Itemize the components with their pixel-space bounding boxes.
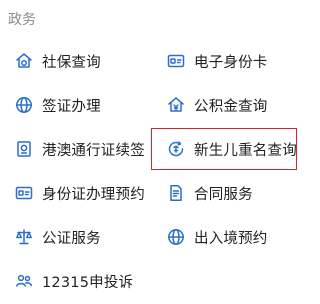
item-label: 电子身份卡 (194, 54, 268, 71)
item-label: 身份证办理预约 (42, 186, 145, 203)
item-label: 签证办理 (42, 98, 101, 115)
service-entry-exit-appointment[interactable]: 出入境预约 (166, 214, 268, 260)
item-label: 新生儿重名查询 (194, 142, 297, 159)
item-label: 社保查询 (42, 54, 101, 71)
service-12315-complaint[interactable]: 12315申投诉 (14, 258, 133, 304)
contract-icon (166, 183, 186, 203)
service-id-card-appointment[interactable]: 身份证办理预约 (14, 170, 145, 216)
item-label: 公证服务 (42, 230, 101, 247)
house-money-icon (166, 95, 186, 115)
passport-icon (14, 139, 34, 159)
id-card-icon (166, 51, 186, 71)
house-shield-icon (14, 51, 34, 71)
item-label: 港澳通行证续签 (42, 142, 145, 159)
service-newborn-name-query[interactable]: 新生儿重名查询 (166, 126, 297, 172)
scales-icon (14, 227, 34, 247)
item-label: 12315申投诉 (42, 274, 134, 291)
service-housing-fund-query[interactable]: 公积金查询 (166, 82, 268, 128)
service-social-security-query[interactable]: 社保查询 (14, 38, 101, 84)
service-electronic-id-card[interactable]: 电子身份卡 (166, 38, 268, 84)
service-contract[interactable]: 合同服务 (166, 170, 253, 216)
service-hk-macau-permit-renewal[interactable]: 港澳通行证续签 (14, 126, 145, 172)
id-card-icon (14, 183, 34, 203)
people-icon (14, 271, 34, 291)
item-label: 公积金查询 (194, 98, 268, 115)
name-search-icon (166, 139, 186, 159)
section-title: 政务 (8, 12, 36, 28)
item-label: 合同服务 (194, 186, 253, 203)
globe-icon (166, 227, 186, 247)
service-notary[interactable]: 公证服务 (14, 214, 101, 260)
item-label: 出入境预约 (194, 230, 268, 247)
globe-icon (14, 95, 34, 115)
service-visa[interactable]: 签证办理 (14, 82, 101, 128)
